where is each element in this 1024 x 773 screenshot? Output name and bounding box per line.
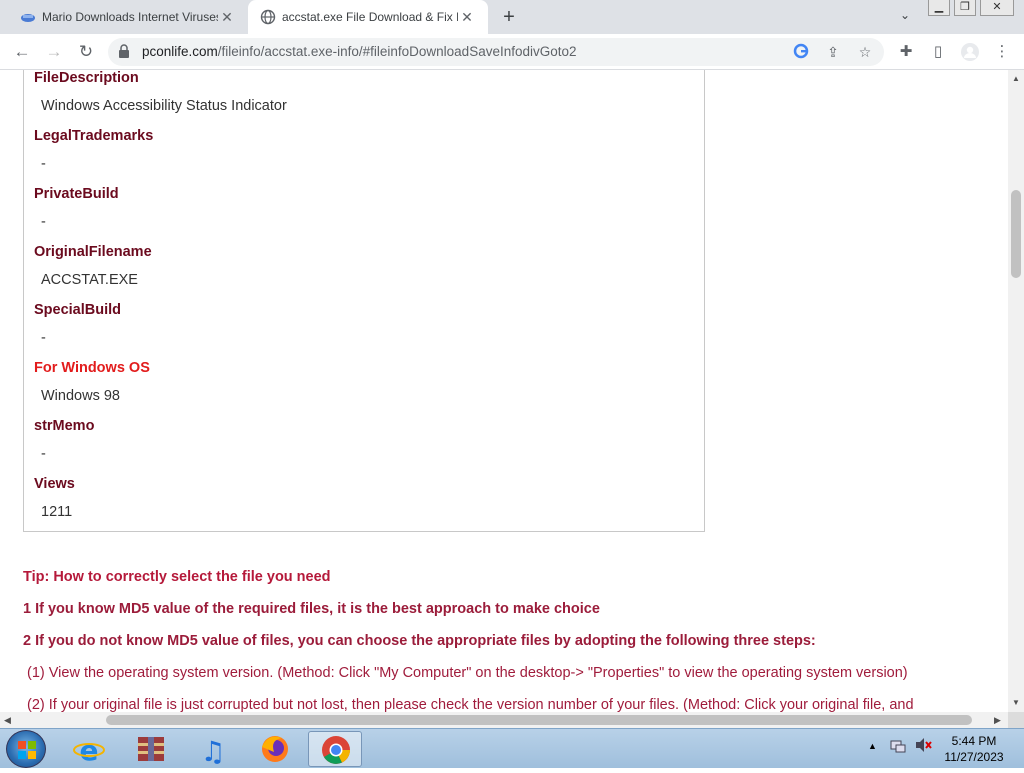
url-text[interactable]: pconlife.com/fileinfo/accstat.exe-info/#… bbox=[142, 44, 577, 59]
download-site-icon bbox=[21, 14, 35, 22]
horizontal-scrollbar[interactable]: ◀ ▶ bbox=[0, 712, 1008, 728]
field-label-legaltrademarks: LegalTrademarks bbox=[34, 128, 154, 144]
field-label-views: Views bbox=[34, 476, 75, 492]
field-label-specialbuild: SpecialBuild bbox=[34, 302, 122, 318]
internet-explorer-icon[interactable]: e bbox=[62, 731, 116, 767]
scrollbar-corner bbox=[1008, 712, 1024, 728]
field-label-originalfilename: OriginalFilename bbox=[34, 244, 152, 260]
field-value-specialbuild: - bbox=[41, 330, 46, 346]
lock-icon[interactable] bbox=[118, 44, 130, 58]
minimize-button[interactable]: ▁ bbox=[928, 0, 950, 16]
back-arrow-icon[interactable]: ← bbox=[10, 40, 34, 64]
scroll-right-arrow-icon[interactable]: ▶ bbox=[994, 715, 1001, 726]
scroll-down-arrow-icon[interactable]: ▼ bbox=[1012, 698, 1020, 707]
google-lens-icon[interactable] bbox=[792, 43, 810, 61]
side-panel-icon[interactable]: ▯ bbox=[928, 42, 948, 62]
globe-icon bbox=[260, 9, 276, 25]
show-hidden-icons-chevron-icon[interactable]: ▲ bbox=[868, 741, 877, 751]
url-host: pconlife.com bbox=[142, 44, 218, 59]
field-value-legaltrademarks: - bbox=[41, 156, 46, 172]
bookmark-star-icon[interactable]: ☆ bbox=[856, 43, 874, 61]
forward-arrow-icon[interactable]: → bbox=[42, 40, 66, 64]
extensions-puzzle-icon[interactable]: ✚ bbox=[896, 42, 916, 62]
windows-logo-icon bbox=[18, 741, 36, 759]
tab-title: Mario Downloads Internet Viruses bbox=[42, 10, 218, 24]
tab-mario-downloads[interactable]: Mario Downloads Internet Viruses ✕ bbox=[8, 0, 248, 34]
field-value-originalfilename: ACCSTAT.EXE bbox=[41, 272, 138, 288]
close-tab-icon[interactable]: ✕ bbox=[218, 8, 236, 26]
chrome-icon[interactable] bbox=[308, 731, 362, 767]
windows-taskbar: e ♫ ▲ 5:44 PM 11/27/2023 bbox=[0, 728, 1024, 768]
field-value-views: 1211 bbox=[41, 504, 73, 520]
tip-step-1: 1 If you know MD5 value of the required … bbox=[23, 601, 600, 617]
tab-accstat[interactable]: accstat.exe File Download & Fix For ✕ bbox=[248, 0, 488, 34]
menu-kebab-icon[interactable]: ⋮ bbox=[992, 42, 1012, 62]
new-tab-button[interactable]: + bbox=[498, 6, 520, 28]
field-value-windows-os: Windows 98 bbox=[41, 388, 120, 404]
field-value-privatebuild: - bbox=[41, 214, 46, 230]
field-value-strmemo: - bbox=[41, 446, 46, 462]
tip-note-1: (1) View the operating system version. (… bbox=[27, 665, 908, 681]
svg-text:e: e bbox=[80, 734, 99, 767]
window-close-button[interactable]: ✕ bbox=[980, 0, 1014, 16]
browser-toolbar: ← → ↻ pconlife.com/fileinfo/accstat.exe-… bbox=[0, 34, 1024, 70]
field-value-filedescription: Windows Accessibility Status Indicator bbox=[41, 98, 287, 114]
reload-icon[interactable]: ↻ bbox=[74, 40, 98, 64]
archive-app-icon[interactable] bbox=[124, 731, 178, 767]
clock-time: 5:44 PM bbox=[951, 734, 997, 748]
scroll-up-arrow-icon[interactable]: ▲ bbox=[1012, 74, 1020, 83]
close-tab-icon[interactable]: ✕ bbox=[458, 8, 476, 26]
volume-muted-icon[interactable] bbox=[914, 737, 932, 756]
horizontal-scroll-thumb[interactable] bbox=[106, 715, 972, 725]
field-label-strmemo: strMemo bbox=[34, 418, 95, 434]
field-label-filedescription: FileDescription bbox=[34, 70, 139, 86]
tip-note-2: (2) If your original file is just corrup… bbox=[27, 697, 914, 712]
url-path: /fileinfo/accstat.exe-info/#fileinfoDown… bbox=[217, 44, 577, 59]
tab-title: accstat.exe File Download & Fix For bbox=[282, 10, 458, 24]
vertical-scrollbar[interactable]: ▲ ▼ bbox=[1008, 70, 1024, 712]
share-icon[interactable]: ⇪ bbox=[824, 43, 842, 61]
scroll-left-arrow-icon[interactable]: ◀ bbox=[4, 715, 11, 726]
field-label-privatebuild: PrivateBuild bbox=[34, 186, 119, 202]
svg-text:♫: ♫ bbox=[200, 735, 225, 767]
network-icon[interactable] bbox=[890, 737, 906, 756]
tab-search-chevron-icon[interactable]: ⌄ bbox=[896, 8, 914, 26]
tab-strip: Mario Downloads Internet Viruses ✕ accst… bbox=[0, 0, 1024, 34]
clock-date: 11/27/2023 bbox=[944, 750, 1004, 764]
firefox-icon[interactable] bbox=[248, 731, 302, 767]
itunes-icon[interactable]: ♫ bbox=[186, 731, 240, 768]
start-button[interactable] bbox=[6, 730, 46, 768]
tip-title: Tip: How to correctly select the file yo… bbox=[23, 569, 331, 585]
field-label-windows-os: For Windows OS bbox=[34, 360, 150, 376]
system-clock[interactable]: 5:44 PM 11/27/2023 bbox=[936, 733, 1012, 765]
vertical-scroll-thumb[interactable] bbox=[1011, 190, 1021, 278]
restore-button[interactable]: ❐ bbox=[954, 0, 976, 16]
address-bar[interactable]: pconlife.com/fileinfo/accstat.exe-info/#… bbox=[108, 38, 884, 66]
tip-step-2: 2 If you do not know MD5 value of files,… bbox=[23, 633, 816, 649]
page-content: FileDescription Windows Accessibility St… bbox=[0, 70, 1008, 712]
profile-avatar-icon[interactable] bbox=[960, 42, 980, 62]
